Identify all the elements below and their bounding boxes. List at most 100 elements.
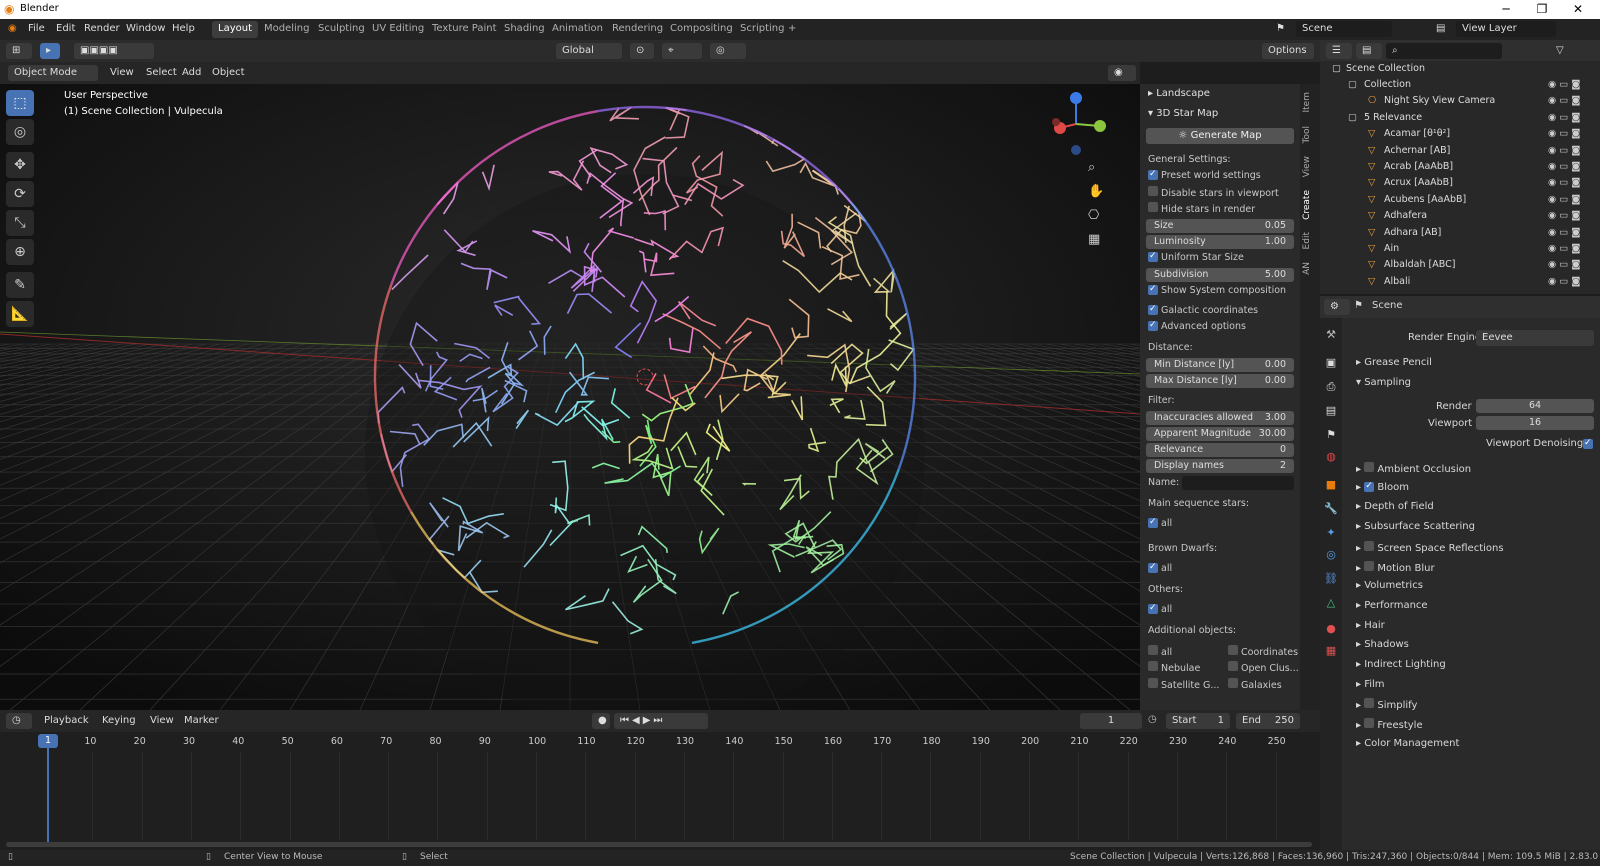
zoom-icon[interactable]: ⌕ bbox=[1088, 160, 1095, 175]
outliner-row[interactable]: ▽ Achernar [AB] ◉ ▭ ◙ bbox=[1320, 145, 1600, 161]
scale-tool-icon[interactable]: ⤡ bbox=[6, 210, 34, 236]
viewport-samples-field[interactable]: 16 bbox=[1476, 416, 1594, 430]
tab-compositing[interactable]: Compositing bbox=[664, 21, 739, 38]
display-names-field[interactable]: Display names 2 bbox=[1146, 459, 1294, 473]
section-subsurface-scattering[interactable]: ▸ Subsurface Scattering bbox=[1356, 521, 1475, 532]
section-color-management[interactable]: ▸ Color Management bbox=[1356, 738, 1459, 749]
open-clusters-checkbox[interactable]: Open Clus... bbox=[1228, 661, 1299, 674]
tab-rendering[interactable]: Rendering bbox=[606, 21, 669, 38]
visibility-toggle-icons[interactable]: ◉ ▭ ◙ bbox=[1548, 79, 1581, 90]
outliner-row[interactable]: ▽ Albali ◉ ▭ ◙ bbox=[1320, 276, 1600, 292]
render-icon[interactable]: ▣ bbox=[1324, 356, 1338, 370]
visibility-toggle-icons[interactable]: ◉ ▭ ◙ bbox=[1548, 194, 1581, 205]
blender-menu-icon[interactable]: ◉ bbox=[8, 23, 17, 34]
section-indirect-lighting[interactable]: ▸ Indirect Lighting bbox=[1356, 659, 1446, 670]
perspective-toggle-icon[interactable]: ▦ bbox=[1088, 232, 1100, 247]
menu-file[interactable]: File bbox=[28, 23, 45, 34]
cursor-tool-icon[interactable]: ◎ bbox=[6, 119, 34, 145]
options-dropdown[interactable]: Options bbox=[1262, 43, 1314, 59]
tab-tool[interactable]: Tool bbox=[1302, 126, 1318, 143]
menu-keying[interactable]: Keying bbox=[96, 713, 142, 729]
section-bloom[interactable]: ▸ Bloom bbox=[1356, 481, 1409, 493]
modifier-icon[interactable]: 🔧 bbox=[1324, 502, 1338, 516]
inaccuracies-field[interactable]: Inaccuracies allowed 3.00 bbox=[1146, 411, 1294, 425]
visibility-icon[interactable]: ◉ bbox=[1108, 65, 1136, 81]
pivot-icon[interactable]: ⊙ bbox=[630, 43, 654, 59]
navigation-gizmo[interactable] bbox=[1044, 88, 1110, 158]
outliner-row[interactable]: ▽ Ain ◉ ▭ ◙ bbox=[1320, 243, 1600, 259]
outliner-row[interactable]: ▽ Albaldah [ABC] ◉ ▭ ◙ bbox=[1320, 259, 1600, 275]
star-map-panel-header[interactable]: ▾ 3D Star Map bbox=[1148, 108, 1218, 119]
sampling-section[interactable]: ▾ Sampling bbox=[1356, 377, 1411, 388]
tool-icon[interactable]: ⚒ bbox=[1324, 328, 1338, 342]
section-screen-space-reflections[interactable]: ▸ Screen Space Reflections bbox=[1356, 540, 1504, 554]
transform-tool-icon[interactable]: ⊕ bbox=[6, 239, 34, 265]
max-distance-field[interactable]: Max Distance [ly] 0.00 bbox=[1146, 374, 1294, 388]
satellite-galaxies-checkbox[interactable]: Satellite G... bbox=[1148, 678, 1219, 691]
visibility-toggle-icons[interactable]: ◉ ▭ ◙ bbox=[1548, 128, 1581, 139]
menu-marker[interactable]: Marker bbox=[178, 713, 225, 729]
section-ambient-occlusion[interactable]: ▸ Ambient Occlusion bbox=[1356, 462, 1471, 475]
section-freestyle[interactable]: ▸ Freestyle bbox=[1356, 718, 1423, 731]
outliner-row[interactable]: ▽ Acubens [AaAbB] ◉ ▭ ◙ bbox=[1320, 194, 1600, 210]
orientation-dropdown[interactable]: Global bbox=[556, 43, 622, 59]
add-workspace-button[interactable]: + bbox=[782, 21, 802, 38]
maximize-button[interactable]: ❐ bbox=[1524, 0, 1560, 19]
object-icon[interactable]: ■ bbox=[1324, 478, 1338, 492]
section-simplify[interactable]: ▸ Simplify bbox=[1356, 698, 1417, 711]
rotate-tool-icon[interactable]: ⟳ bbox=[6, 181, 34, 207]
menu-view[interactable]: View bbox=[104, 65, 140, 81]
playhead-frame-label[interactable]: 1 bbox=[38, 734, 58, 748]
viewport-denoising-checkbox[interactable] bbox=[1583, 439, 1593, 449]
visibility-toggle-icons[interactable]: ◉ ▭ ◙ bbox=[1548, 243, 1581, 254]
relevance-field[interactable]: Relevance 0 bbox=[1146, 443, 1294, 457]
timeline-scrollbar[interactable] bbox=[6, 842, 1312, 847]
visibility-toggle-icons[interactable]: ◉ ▭ ◙ bbox=[1548, 259, 1581, 270]
apparent-magnitude-field[interactable]: Apparent Magnitude 30.00 bbox=[1146, 427, 1294, 441]
section-enable-checkbox[interactable] bbox=[1364, 540, 1375, 551]
select-tool-icon[interactable]: ▸ bbox=[40, 43, 60, 59]
material-icon[interactable]: ● bbox=[1324, 622, 1338, 636]
section-enable-checkbox[interactable] bbox=[1364, 462, 1375, 472]
outliner-row[interactable]: ▽ Adhafera ◉ ▭ ◙ bbox=[1320, 210, 1600, 226]
tab-shading[interactable]: Shading bbox=[498, 21, 551, 38]
visibility-toggle-icons[interactable]: ◉ ▭ ◙ bbox=[1548, 276, 1581, 287]
hide-stars-render-checkbox[interactable]: Hide stars in render bbox=[1148, 202, 1255, 215]
outliner-row[interactable]: ▢ Collection ◉ ▭ ◙ bbox=[1320, 79, 1600, 95]
menu-object[interactable]: Object bbox=[206, 65, 251, 81]
generate-map-button[interactable]: ☼ Generate Map bbox=[1146, 128, 1294, 144]
timeline-editor-type-icon[interactable]: ◷ bbox=[6, 713, 32, 729]
menu-edit[interactable]: Edit bbox=[56, 23, 75, 34]
visibility-toggle-icons[interactable]: ◉ ▭ ◙ bbox=[1548, 161, 1581, 172]
render-samples-field[interactable]: 64 bbox=[1476, 399, 1594, 413]
show-system-checkbox[interactable]: Show System composition bbox=[1148, 285, 1286, 296]
constraints-icon[interactable]: ⛓ bbox=[1324, 572, 1338, 586]
section-enable-checkbox[interactable] bbox=[1364, 560, 1375, 571]
view-layer-selector[interactable]: View Layer bbox=[1456, 21, 1556, 37]
galactic-coordinates-checkbox[interactable]: Galactic coordinates bbox=[1148, 305, 1258, 316]
pan-hand-icon[interactable]: ✋ bbox=[1088, 184, 1104, 199]
section-film[interactable]: ▸ Film bbox=[1356, 679, 1385, 690]
main-sequence-all-checkbox[interactable]: all bbox=[1148, 518, 1172, 529]
min-distance-field[interactable]: Min Distance [ly] 0.00 bbox=[1146, 358, 1294, 372]
section-enable-checkbox[interactable] bbox=[1364, 481, 1375, 492]
particles-icon[interactable]: ✦ bbox=[1324, 526, 1338, 540]
menu-window[interactable]: Window bbox=[126, 23, 165, 34]
3d-viewport[interactable]: User Perspective (1) Scene Collection | … bbox=[0, 84, 1140, 710]
current-frame-field[interactable]: 1 bbox=[1080, 713, 1142, 729]
menu-render[interactable]: Render bbox=[84, 23, 120, 34]
object-mode-dropdown[interactable]: Object Mode bbox=[8, 65, 98, 81]
section-performance[interactable]: ▸ Performance bbox=[1356, 600, 1428, 611]
tab-edit[interactable]: Edit bbox=[1302, 232, 1318, 249]
tab-layout[interactable]: Layout bbox=[212, 21, 258, 38]
tab-item[interactable]: Item bbox=[1302, 92, 1318, 113]
menu-help[interactable]: Help bbox=[172, 23, 195, 34]
advanced-options-checkbox[interactable]: Advanced options bbox=[1148, 321, 1246, 332]
tab-sculpting[interactable]: Sculpting bbox=[312, 21, 371, 38]
minimize-button[interactable]: ─ bbox=[1488, 0, 1524, 19]
proportional-edit-icon[interactable]: ◎ bbox=[710, 43, 746, 59]
outliner-row[interactable]: ▢ 5 Relevance ◉ ▭ ◙ bbox=[1320, 112, 1600, 128]
grease-pencil-section[interactable]: ▸ Grease Pencil bbox=[1356, 357, 1432, 368]
outliner-row[interactable]: ▽ Acamar [θ¹θ²] ◉ ▭ ◙ bbox=[1320, 128, 1600, 144]
properties-editor-type-icon[interactable]: ⚙ bbox=[1324, 299, 1350, 315]
